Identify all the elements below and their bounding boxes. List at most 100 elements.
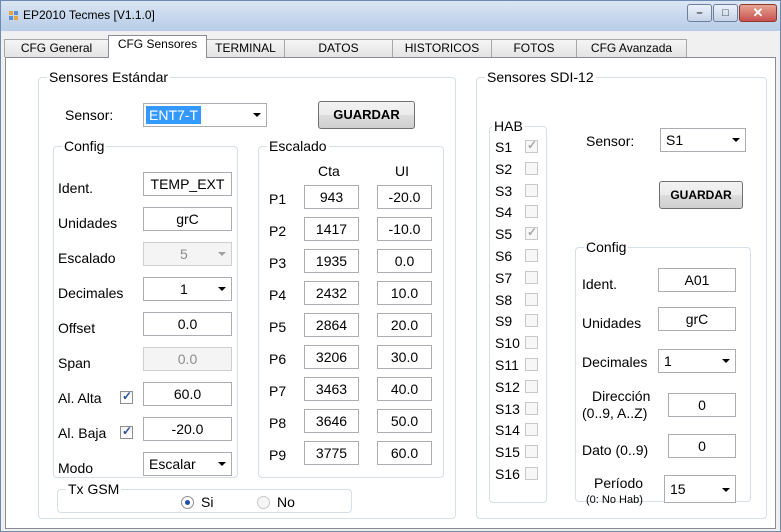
tab-datos[interactable]: DATOS [284, 39, 393, 57]
chevron-down-icon [253, 113, 261, 117]
tab-cfg-sensores[interactable]: CFG Sensores [108, 35, 207, 58]
chevron-down-icon [732, 138, 740, 142]
close-button[interactable]: ✕ [739, 4, 777, 22]
escalado-ui-input[interactable]: 40.0 [377, 377, 432, 401]
escalado-ui-input[interactable]: -10.0 [377, 217, 432, 241]
escalado-select[interactable]: 5 [143, 242, 232, 266]
hab-checkbox[interactable] [525, 358, 538, 371]
tx-gsm-no-radio[interactable] [257, 496, 270, 509]
decimales-label: Decimales [58, 285, 124, 301]
hab-checkbox[interactable] [525, 423, 538, 437]
escalado-cta-input[interactable]: 1935 [304, 249, 359, 273]
tx-gsm-group: Tx GSM Si No [57, 481, 352, 513]
dato-input[interactable]: 0 [668, 434, 736, 458]
escalado-cta-input[interactable]: 2864 [304, 313, 359, 337]
periodo-hint: (0: No Hab) [586, 494, 643, 506]
std-save-button[interactable]: GUARDAR [318, 101, 415, 129]
modo-value: Escalar [149, 456, 196, 472]
hab-item-label: S10 [495, 335, 520, 352]
escalado-cta-input[interactable]: 3646 [304, 409, 359, 433]
escalado-ui-input[interactable]: 0.0 [377, 249, 432, 273]
hab-checkbox[interactable] [525, 336, 538, 350]
std-config-group: Config Ident. TEMP_EXT Unidades grC Esca… [53, 138, 238, 478]
escalado-cta-input[interactable]: 3775 [304, 441, 359, 465]
hab-checkbox[interactable] [525, 161, 538, 175]
hab-item-label: S7 [495, 269, 513, 286]
tx-gsm-si-radio[interactable] [181, 496, 194, 509]
escalado-value: 5 [180, 246, 188, 262]
sensores-sdi12-group: Sensores SDI-12 HAB S1 S2 S3 S4 S5 S6 S7 S8 S9 S1… [476, 69, 767, 519]
hab-checkbox[interactable] [525, 379, 538, 393]
escalado-ui-input[interactable]: 20.0 [377, 313, 432, 337]
sdi-unidades-label: Unidades [582, 315, 642, 331]
tab-fotos[interactable]: FOTOS [491, 39, 577, 57]
al-alta-checkbox[interactable] [120, 389, 133, 404]
sdi-decimales-value: 1 [664, 353, 672, 369]
escalado-cta-input[interactable]: 1417 [304, 217, 359, 241]
sdi-ident-input[interactable]: A01 [658, 268, 736, 292]
escalado-ui-input[interactable]: 10.0 [377, 281, 432, 305]
sdi-sensor-value: S1 [666, 132, 684, 148]
hab-checkbox[interactable] [525, 445, 538, 459]
hab-title: HAB [492, 118, 525, 134]
direccion-input[interactable]: 0 [668, 393, 736, 417]
al-alta-input[interactable]: 60.0 [143, 382, 232, 406]
escalado-cta-input[interactable]: 943 [304, 185, 359, 209]
escalado-cta-input[interactable]: 3463 [304, 377, 359, 401]
tx-gsm-si-label[interactable]: Si [201, 494, 213, 510]
chevron-down-icon [218, 252, 226, 256]
unidades-input[interactable]: grC [143, 207, 232, 231]
escalado-point-label: P7 [269, 383, 287, 399]
tab-historicos[interactable]: HISTORICOS [392, 39, 492, 57]
escalado-cta-input[interactable]: 3206 [304, 345, 359, 369]
sdi-sensor-select[interactable]: S1 [660, 128, 746, 152]
offset-input[interactable]: 0.0 [143, 312, 232, 336]
hab-item-label: S13 [495, 400, 520, 417]
std-sensor-select[interactable]: ENT7-T [143, 103, 267, 127]
escalado-ui-input[interactable]: -20.0 [377, 185, 432, 209]
decimales-select[interactable]: 1 [143, 277, 232, 301]
tab-cfg-general[interactable]: CFG General [4, 39, 109, 57]
periodo-select[interactable]: 15 [664, 475, 736, 503]
escalado-ui-input[interactable]: 50.0 [377, 409, 432, 433]
direccion-label: Dirección [592, 388, 651, 404]
escalado-ui-input[interactable]: 30.0 [377, 345, 432, 369]
hab-checkbox[interactable] [525, 249, 538, 262]
modo-select[interactable]: Escalar [143, 452, 232, 476]
span-input[interactable]: 0.0 [143, 347, 232, 371]
sdi-unidades-input[interactable]: grC [658, 307, 736, 331]
hab-checkbox[interactable] [525, 225, 538, 241]
escalado-cta-input[interactable]: 2432 [304, 281, 359, 305]
hab-checkbox[interactable] [525, 183, 538, 197]
ident-input[interactable]: TEMP_EXT [143, 172, 232, 196]
escalado-label: Escalado [58, 250, 116, 266]
sdi-save-button[interactable]: GUARDAR [659, 181, 743, 209]
hab-item-label: S14 [495, 422, 520, 439]
tab-terminal[interactable]: TERMINAL [206, 39, 285, 57]
hab-checkbox[interactable] [525, 270, 538, 284]
hab-checkbox[interactable] [525, 314, 538, 328]
tab-strip: CFG General CFG Sensores TERMINAL DATOS … [1, 31, 780, 58]
hab-item-label: S2 [495, 160, 513, 177]
maximize-button[interactable]: □ [713, 4, 738, 22]
sdi-decimales-select[interactable]: 1 [658, 349, 736, 373]
al-baja-input[interactable]: -20.0 [143, 417, 232, 441]
close-icon: ✕ [752, 5, 764, 20]
hab-checkbox[interactable] [525, 467, 538, 480]
escalado-point-label: P3 [269, 255, 287, 271]
escalado-ui-input[interactable]: 60.0 [377, 441, 432, 465]
title-bar[interactable]: EP2010 Tecmes [V1.1.0] – □ ✕ [1, 1, 780, 31]
hab-checkbox[interactable] [525, 205, 538, 219]
tab-cfg-avanzada[interactable]: CFG Avanzada [576, 39, 687, 57]
al-baja-checkbox[interactable] [120, 424, 133, 439]
minimize-button[interactable]: – [687, 4, 712, 22]
hab-checkbox[interactable] [525, 401, 538, 415]
hab-checkbox[interactable] [525, 292, 538, 306]
hab-item-label: S5 [495, 226, 513, 243]
escalado-point-label: P5 [269, 319, 287, 335]
tx-gsm-title: Tx GSM [66, 481, 122, 497]
ident-label: Ident. [58, 180, 94, 196]
tx-gsm-no-label[interactable]: No [277, 494, 295, 510]
minimize-icon: – [696, 7, 703, 19]
hab-checkbox[interactable] [525, 138, 538, 153]
